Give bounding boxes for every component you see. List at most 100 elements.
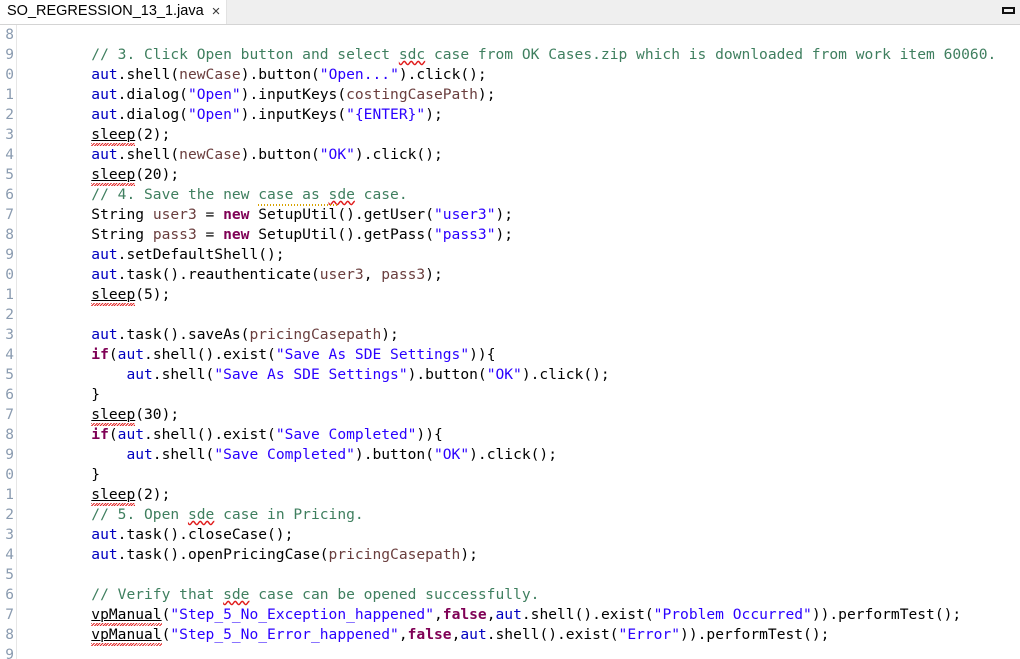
code-token: sdc [398,46,426,63]
code-token: new [223,206,250,223]
code-token: aut [460,626,487,643]
code-line[interactable]: sleep(2); [21,125,1020,145]
code-line[interactable]: sleep(20); [21,165,1020,185]
code-token: if [91,426,109,443]
code-line[interactable]: aut.task().saveAs(pricingCasepath); [21,325,1020,345]
line-number: 8 [5,427,14,443]
code-token: , [486,606,496,623]
code-line[interactable]: String pass3 = new SetupUtil().getPass("… [21,225,1020,245]
code-token: .shell( [152,446,215,463]
code-token: .shell( [117,66,180,83]
code-line[interactable]: vpManual("Step_5_No_Exception_happened",… [21,605,1020,625]
code-token: ); [460,546,478,563]
code-line[interactable]: aut.dialog("Open").inputKeys(costingCase… [21,85,1020,105]
code-line[interactable]: sleep(2); [21,485,1020,505]
code-token: .task().reauthenticate( [117,266,320,283]
code-token: newCase [179,66,241,83]
line-number: 0 [5,67,14,83]
code-line[interactable]: aut.shell(newCase).button("Open...").cli… [21,65,1020,85]
code-line[interactable]: aut.shell(newCase).button("OK").click(); [21,145,1020,165]
line-number-gutter: 8 9 0 1 2 3 4 5 6 7 8 9 0 1 2 3 4 5 6 7 8 9 0 1 2 3 4 5 6 7 8 9 [0,25,17,659]
code-line[interactable] [21,305,1020,325]
code-token: aut [126,446,153,463]
code-token: .shell().exist( [144,426,276,443]
code-token: ); [477,86,496,103]
code-token: sleep [91,486,136,503]
close-icon[interactable]: × [212,4,221,19]
code-token: String [91,206,153,223]
code-line[interactable]: if(aut.shell().exist("Save Completed")){ [21,425,1020,445]
line-number: 4 [5,347,14,363]
code-token: "Step_5_No_Error_happened" [170,626,399,643]
code-token: "Save As SDE Settings" [275,346,470,363]
code-token: , [363,266,382,283]
code-token: aut [117,346,145,363]
code-token: "user3" [434,206,496,223]
code-token: sleep [91,286,136,303]
code-line[interactable] [21,25,1020,45]
line-number: 7 [5,207,14,223]
code-line[interactable] [21,645,1020,659]
code-line[interactable]: if(aut.shell().exist("Save As SDE Settin… [21,345,1020,365]
code-line[interactable]: } [21,465,1020,485]
code-token: ).button( [240,146,320,163]
code-line[interactable]: aut.dialog("Open").inputKeys("{ENTER}"); [21,105,1020,125]
code-editor[interactable]: 8 9 0 1 2 3 4 5 6 7 8 9 0 1 2 3 4 5 6 7 8 9 0 1 2 3 4 5 6 7 8 9 // 3. C… [0,25,1020,659]
line-number: 2 [5,107,14,123]
code-token: sde [328,186,355,203]
code-line[interactable]: aut.task().reauthenticate(user3, pass3); [21,265,1020,285]
line-number: 8 [5,227,14,243]
code-token: vpManual [91,626,162,643]
code-token: ); [495,226,514,243]
code-token: , [398,626,408,643]
code-text-area[interactable]: // 3. Click Open button and select sdc c… [17,25,1020,659]
code-line[interactable]: // 4. Save the new case as sde case. [21,185,1020,205]
code-token: .shell().exist( [144,346,276,363]
code-token: "Save Completed" [214,446,355,463]
code-token: , [433,606,443,623]
restore-window-icon[interactable] [1002,7,1015,14]
code-token: pricingCasepath [328,546,461,563]
line-number: 2 [5,307,14,323]
code-token: .shell().exist( [486,626,619,643]
code-token: .dialog( [117,86,188,103]
code-line[interactable]: // 5. Open sde case in Pricing. [21,505,1020,525]
code-token: // 4. Save the new case as [91,186,329,203]
tab-so-regression-13-1-java[interactable]: SO_REGRESSION_13_1.java × [0,0,227,24]
line-number: 6 [5,587,14,603]
code-token: )){ [469,346,496,363]
code-token: ); [425,266,443,283]
code-line[interactable]: vpManual("Step_5_No_Error_happened",fals… [21,625,1020,645]
code-line[interactable]: aut.shell("Save Completed").button("OK")… [21,445,1020,465]
code-line[interactable]: aut.shell("Save As SDE Settings").button… [21,365,1020,385]
code-token: .shell().exist( [521,606,654,623]
code-line[interactable]: } [21,385,1020,405]
code-line[interactable]: // Verify that sde case can be opened su… [21,585,1020,605]
code-line[interactable]: sleep(5); [21,285,1020,305]
code-line[interactable]: aut.task().openPricingCase(pricingCasepa… [21,545,1020,565]
code-token: if [91,346,109,363]
code-token: SetupUtil [258,206,338,223]
code-token: "Error" [618,626,681,643]
code-token: .shell( [117,146,180,163]
code-line[interactable] [21,565,1020,585]
code-line[interactable]: aut.setDefaultShell(); [21,245,1020,265]
code-line[interactable]: sleep(30); [21,405,1020,425]
code-line[interactable]: // 3. Click Open button and select sdc c… [21,45,1020,65]
code-token: .task().closeCase(); [117,526,294,543]
line-number: 1 [5,287,14,303]
code-token: aut [91,66,118,83]
code-token: ).button( [407,366,487,383]
code-line[interactable]: String user3 = new SetupUtil().getUser("… [21,205,1020,225]
code-line[interactable]: aut.task().closeCase(); [21,525,1020,545]
